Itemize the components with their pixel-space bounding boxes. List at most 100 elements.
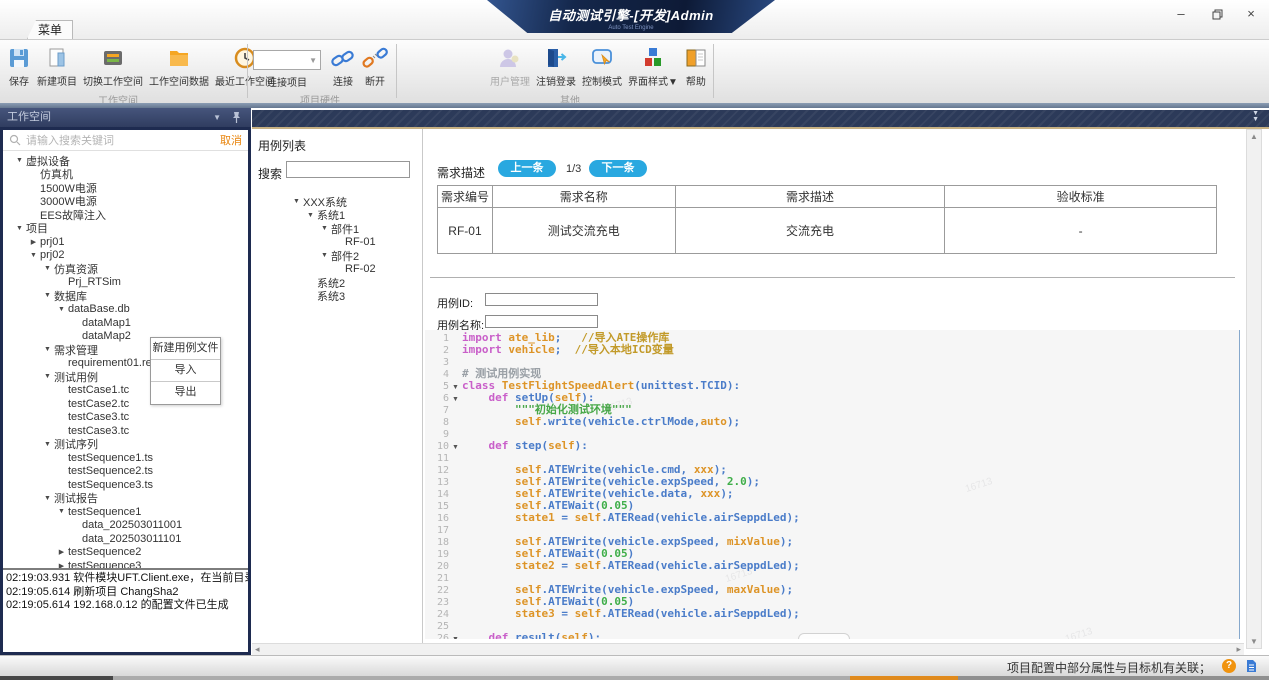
tree-item[interactable]: RF-02: [280, 263, 422, 277]
vertical-scrollbar[interactable]: ▲ ▼: [1246, 129, 1262, 649]
chevron-down-icon[interactable]: ▼: [290, 198, 303, 205]
context-menu-item[interactable]: 导入: [151, 360, 220, 382]
chevron-down-icon[interactable]: ▼: [41, 346, 54, 353]
tree-item[interactable]: ▼testSequence1: [3, 505, 248, 519]
search-cancel-button[interactable]: 取消: [220, 132, 242, 148]
tree-item-label: dataMap1: [82, 317, 131, 329]
close-button[interactable]: ×: [1239, 4, 1263, 24]
tree-item[interactable]: testCase3.tc: [3, 411, 248, 425]
tree-item-label: prj01: [40, 236, 64, 248]
chevron-down-icon[interactable]: ▼: [318, 225, 331, 232]
connect-button[interactable]: 连接: [327, 42, 359, 90]
code-token: =: [555, 607, 575, 620]
tree-item[interactable]: 系统3: [280, 290, 422, 304]
minimize-button[interactable]: –: [1169, 4, 1193, 24]
workspace-data-button[interactable]: 工作空间数据: [146, 42, 212, 90]
chevron-down-icon[interactable]: ▼: [27, 252, 40, 259]
tree-item[interactable]: ▼仿真资源: [3, 262, 248, 276]
code-token: =: [555, 559, 575, 572]
tree-item[interactable]: testSequence2.ts: [3, 465, 248, 479]
chevron-down-icon[interactable]: ▼: [41, 265, 54, 272]
scroll-down-icon[interactable]: ▼: [1247, 637, 1261, 646]
chevron-down-icon[interactable]: ▼: [41, 441, 54, 448]
case-search-input[interactable]: [286, 161, 410, 178]
restore-button[interactable]: [1205, 4, 1229, 24]
tree-item[interactable]: testCase3.tc: [3, 424, 248, 438]
tree-item[interactable]: ▼测试报告: [3, 492, 248, 506]
chevron-right-icon[interactable]: ▶: [55, 548, 68, 556]
tree-item[interactable]: ▼测试序列: [3, 438, 248, 452]
fold-marker-icon[interactable]: ▼: [449, 634, 462, 639]
tree-item-label: EES故障注入: [40, 207, 106, 223]
case-list-panel: 用例列表 搜索 ▼XXX系统▼系统1▼部件1RF-01▼部件2RF-02系统2系…: [252, 129, 422, 643]
chevron-right-icon[interactable]: ▶: [27, 238, 40, 246]
tree-item[interactable]: data_202503011001: [3, 519, 248, 533]
horizontal-scrollbar[interactable]: ◂ ▸: [252, 643, 1244, 655]
case-name-input[interactable]: [485, 315, 598, 328]
workspace-panel-header[interactable]: 工作空间 ▼: [0, 108, 251, 127]
chevron-down-icon[interactable]: ▼: [55, 508, 68, 515]
control-mode-button[interactable]: 控制模式: [579, 42, 625, 90]
scroll-right-icon[interactable]: ▸: [1236, 644, 1241, 655]
tab-menu[interactable]: 菜单: [27, 20, 73, 39]
disconnect-button[interactable]: 断开: [359, 42, 391, 90]
tree-item[interactable]: ▶prj01: [3, 235, 248, 249]
prev-requirement-button[interactable]: 上一条: [498, 160, 556, 177]
workspace-search-input[interactable]: 请输入搜索关键词: [26, 132, 220, 148]
scroll-up-icon[interactable]: ▲: [1247, 132, 1261, 141]
tree-item[interactable]: ▼项目: [3, 222, 248, 236]
next-requirement-button[interactable]: 下一条: [589, 160, 647, 177]
tree-item[interactable]: ▼部件2: [280, 249, 422, 263]
chevron-down-icon[interactable]: ▼: [213, 108, 221, 127]
chevron-down-icon[interactable]: ▼: [13, 157, 26, 164]
tree-item[interactable]: data_202503011101: [3, 532, 248, 546]
chevron-down-icon[interactable]: ▼: [41, 373, 54, 380]
chevron-down-icon[interactable]: ▼: [13, 225, 26, 232]
requirement-table: 需求编号需求名称需求描述验收标准 RF-01测试交流充电交流充电-: [437, 185, 1217, 254]
tree-item[interactable]: testSequence3.ts: [3, 478, 248, 492]
ui-style-button[interactable]: 界面样式▼: [625, 42, 681, 90]
case-id-input[interactable]: [485, 293, 598, 306]
tree-item-label: 测试序列: [54, 436, 98, 452]
chevron-down-icon[interactable]: ▼: [55, 306, 68, 313]
requirement-label: 需求描述: [437, 164, 485, 181]
new-project-button[interactable]: 新建项目: [34, 42, 80, 90]
context-menu-item[interactable]: 新建用例文件: [151, 338, 220, 360]
code-token: xxx: [700, 487, 720, 500]
tree-item[interactable]: ▼XXX系统: [280, 195, 422, 209]
log-output[interactable]: 02:19:03.931 软件模块UFT.Client.exe，在当前目录找到0…: [3, 568, 248, 652]
tree-item[interactable]: ▼部件1: [280, 222, 422, 236]
chevron-down-icon[interactable]: ▼: [304, 212, 317, 219]
logout-button[interactable]: 注销登录: [533, 42, 579, 90]
connect-project-combobox[interactable]: ▼: [253, 50, 321, 70]
table-cell: 交流充电: [675, 208, 945, 254]
tree-item[interactable]: ▼数据库: [3, 289, 248, 303]
context-menu-item[interactable]: 导出: [151, 382, 220, 404]
chevron-down-icon[interactable]: ▼: [41, 495, 54, 502]
tree-item[interactable]: ▶testSequence2: [3, 546, 248, 560]
help-button[interactable]: 帮助: [681, 42, 711, 90]
code-editor[interactable]: 16713 16713 16713 16713 1import ate_lib;…: [425, 330, 1240, 639]
tree-item[interactable]: Prj_RTSim: [3, 276, 248, 290]
chevron-down-icon[interactable]: ▼: [318, 252, 331, 259]
status-help-icon[interactable]: ?: [1222, 659, 1236, 673]
code-line: 16 state1 = self.ATERead(vehicle.airSepp…: [425, 512, 1239, 524]
tree-item-label: testSequence2.ts: [68, 465, 153, 477]
tree-item[interactable]: ▼prj02: [3, 249, 248, 263]
code-token: state1: [515, 511, 555, 524]
code-lines: 1import ate_lib; //导入ATE操作库2import vehic…: [425, 332, 1239, 639]
switch-workspace-button[interactable]: 切换工作空间: [80, 42, 146, 90]
scroll-left-icon[interactable]: ◂: [255, 644, 260, 655]
code-token: .ATERead(vehicle.airSeppdLed);: [601, 559, 800, 572]
tree-item[interactable]: ▶testSequence3: [3, 559, 248, 568]
tree-item[interactable]: testSequence1.ts: [3, 451, 248, 465]
tree-item[interactable]: dataMap1: [3, 316, 248, 330]
chevron-down-icon[interactable]: ▼: [41, 292, 54, 299]
tree-item-label: testSequence1: [68, 506, 141, 518]
save-button[interactable]: 保存: [4, 42, 34, 90]
collapse-chevron-icon[interactable]: ▼▼: [1252, 111, 1259, 123]
tree-item[interactable]: ▼dataBase.db: [3, 303, 248, 317]
user-management-button[interactable]: 用户管理: [487, 42, 533, 90]
tree-item[interactable]: 系统2: [280, 276, 422, 290]
bottom-edge: [0, 676, 1269, 680]
